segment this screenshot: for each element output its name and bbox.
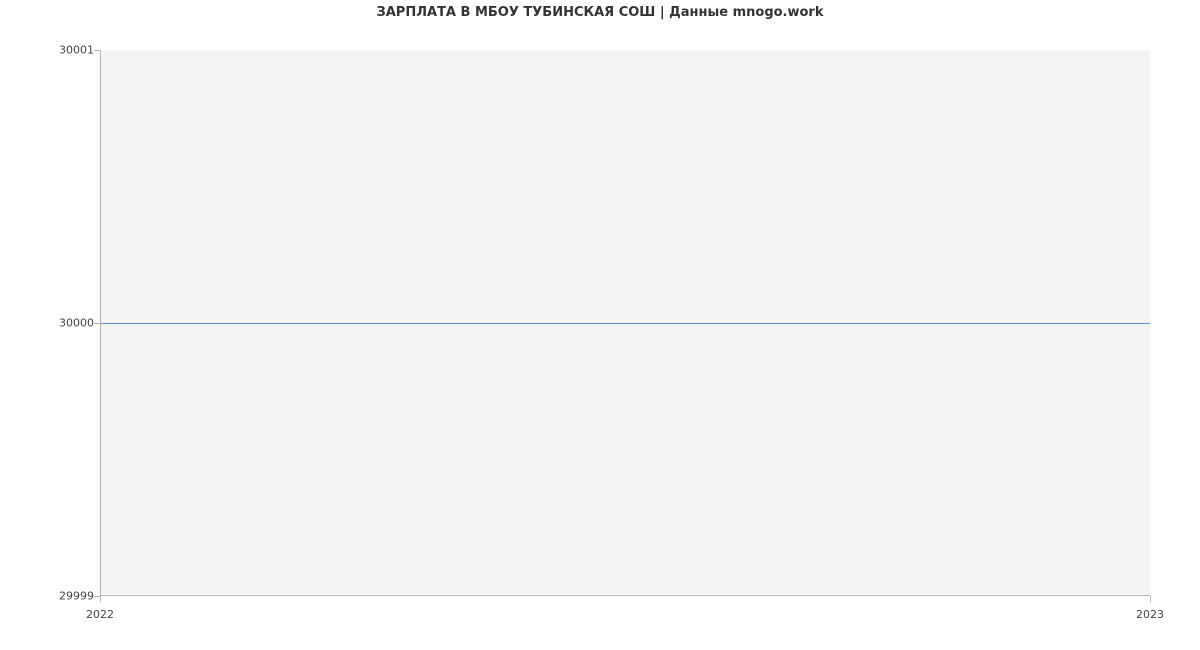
y-axis-label: 29999 [4,590,94,603]
x-axis-label: 2022 [86,608,114,621]
y-axis-label: 30000 [4,317,94,330]
y-axis-tick [94,323,100,324]
gridline-y [101,50,1150,51]
chart-container: ЗАРПЛАТА В МБОУ ТУБИНСКАЯ СОШ | Данные m… [0,0,1200,650]
x-axis-tick [1150,596,1151,602]
chart-title: ЗАРПЛАТА В МБОУ ТУБИНСКАЯ СОШ | Данные m… [0,5,1200,20]
gridline-y [101,594,1150,595]
plot-area [100,50,1150,596]
series-line-salary [101,323,1150,324]
y-axis-tick [94,50,100,51]
x-axis-tick [100,596,101,602]
y-axis-label: 30001 [4,44,94,57]
x-axis-label: 2023 [1136,608,1164,621]
